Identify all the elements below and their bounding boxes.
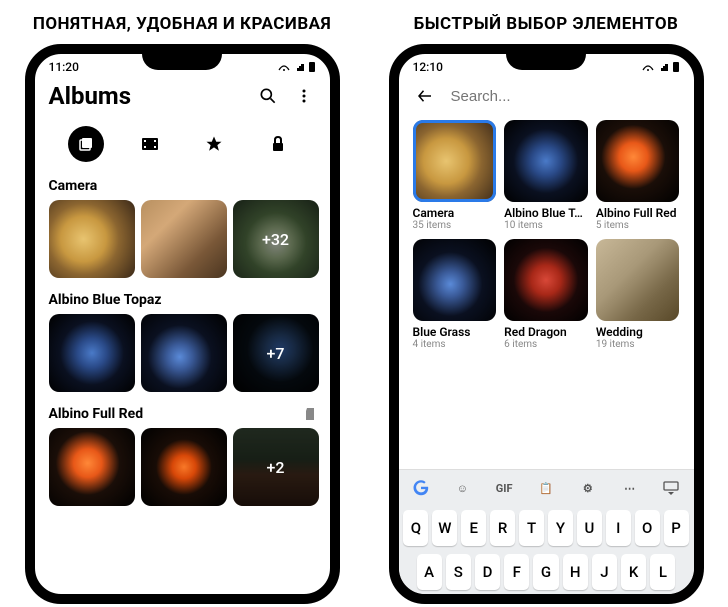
notch xyxy=(142,52,222,70)
keyboard-key[interactable]: G xyxy=(533,554,558,590)
album-card-count: 35 items xyxy=(413,220,497,231)
status-time: 11:20 xyxy=(49,60,79,74)
album-title[interactable]: Camera xyxy=(49,178,98,194)
album-card[interactable]: Albino Blue T…10 items xyxy=(504,120,588,231)
keyboard: ☺ GIF 📋 ⚙ ⋯ QWERTYUIOP ASDFGHJKL xyxy=(399,469,694,594)
hide-keyboard-icon[interactable] xyxy=(659,476,683,500)
keyboard-key[interactable]: D xyxy=(475,554,500,590)
status-time: 12:10 xyxy=(413,60,443,74)
keyboard-key[interactable]: P xyxy=(664,510,689,546)
album-card-title: Blue Grass xyxy=(413,321,497,339)
keyboard-key[interactable]: E xyxy=(461,510,486,546)
album-thumbnail[interactable] xyxy=(596,120,680,202)
album-card-count: 4 items xyxy=(413,339,497,350)
clipboard-icon[interactable]: 📋 xyxy=(534,476,558,500)
keyboard-key[interactable]: J xyxy=(592,554,617,590)
keyboard-key[interactable]: T xyxy=(519,510,544,546)
photo-thumbnail[interactable]: +2 xyxy=(233,428,319,506)
keyboard-key[interactable]: Q xyxy=(403,510,428,546)
google-icon[interactable] xyxy=(409,476,433,500)
album-card[interactable]: Wedding19 items xyxy=(596,239,680,350)
album-section: Albino Full Red +2 xyxy=(35,402,330,516)
album-thumbnail[interactable] xyxy=(504,120,588,202)
photo-thumbnail[interactable]: +32 xyxy=(233,200,319,278)
album-title[interactable]: Albino Full Red xyxy=(49,406,144,422)
album-thumbnail[interactable] xyxy=(504,239,588,321)
keyboard-key[interactable]: L xyxy=(650,554,675,590)
album-card-title: Red Dragon xyxy=(504,321,588,339)
settings-icon[interactable]: ⚙ xyxy=(576,476,600,500)
keyboard-toolbar: ☺ GIF 📋 ⚙ ⋯ xyxy=(399,469,694,506)
status-icons xyxy=(642,61,680,73)
album-card-count: 19 items xyxy=(596,339,680,350)
photo-thumbnail[interactable] xyxy=(141,428,227,506)
page-title: Albums xyxy=(49,82,244,110)
album-card-count: 5 items xyxy=(596,220,680,231)
more-count-overlay[interactable]: +32 xyxy=(233,200,319,278)
photo-thumbnail[interactable] xyxy=(141,314,227,392)
album-card-title: Camera xyxy=(413,202,497,220)
photo-thumbnail[interactable]: +7 xyxy=(233,314,319,392)
tab-favorites[interactable] xyxy=(196,126,232,162)
heading-right: БЫСТРЫЙ ВЫБОР ЭЛЕМЕНТОВ xyxy=(414,0,679,44)
tab-videos[interactable] xyxy=(132,126,168,162)
tab-photos[interactable] xyxy=(68,126,104,162)
more-icon[interactable]: ⋯ xyxy=(618,476,642,500)
album-thumbnail[interactable] xyxy=(413,120,497,202)
keyboard-key[interactable]: K xyxy=(621,554,646,590)
album-card-title: Albino Full Red xyxy=(596,202,680,220)
album-card-title: Wedding xyxy=(596,321,680,339)
phone-frame-left: 11:20 Albums xyxy=(25,44,340,604)
keyboard-key[interactable]: O xyxy=(635,510,660,546)
album-card-count: 6 items xyxy=(504,339,588,350)
notch xyxy=(506,52,586,70)
keyboard-key[interactable]: A xyxy=(417,554,442,590)
album-card-title: Albino Blue T… xyxy=(504,202,588,220)
album-thumbnail[interactable] xyxy=(596,239,680,321)
heading-left: ПОНЯТНАЯ, УДОБНАЯ И КРАСИВАЯ xyxy=(33,0,331,44)
album-section: Camera +32 xyxy=(35,174,330,288)
phone-frame-right: 12:10 Camera35 itemsAlbino Blue T…10 ite… xyxy=(389,44,704,604)
more-count-overlay[interactable]: +7 xyxy=(233,314,319,392)
back-icon[interactable] xyxy=(413,84,437,108)
keyboard-key[interactable]: S xyxy=(446,554,471,590)
search-header xyxy=(399,76,694,116)
category-tabs xyxy=(35,118,330,174)
album-section: Albino Blue Topaz +7 xyxy=(35,288,330,402)
search-input[interactable] xyxy=(451,88,680,105)
more-count-overlay[interactable]: +2 xyxy=(233,428,319,506)
photo-thumbnail[interactable] xyxy=(49,314,135,392)
album-card-count: 10 items xyxy=(504,220,588,231)
keyboard-key[interactable]: W xyxy=(432,510,457,546)
status-icons xyxy=(278,61,316,73)
search-icon[interactable] xyxy=(256,84,280,108)
tab-secure[interactable] xyxy=(260,126,296,162)
keyboard-key[interactable]: U xyxy=(577,510,602,546)
emoji-icon[interactable]: ☺ xyxy=(450,476,474,500)
album-title[interactable]: Albino Blue Topaz xyxy=(49,292,162,308)
keyboard-key[interactable]: Y xyxy=(548,510,573,546)
sd-card-icon xyxy=(304,407,316,421)
gif-icon[interactable]: GIF xyxy=(492,476,516,500)
photo-thumbnail[interactable] xyxy=(49,428,135,506)
photo-thumbnail[interactable] xyxy=(141,200,227,278)
photo-thumbnail[interactable] xyxy=(49,200,135,278)
album-card[interactable]: Blue Grass4 items xyxy=(413,239,497,350)
app-header: Albums xyxy=(35,76,330,118)
keyboard-key[interactable]: H xyxy=(563,554,588,590)
keyboard-key[interactable]: R xyxy=(490,510,515,546)
keyboard-key[interactable]: I xyxy=(606,510,631,546)
more-icon[interactable] xyxy=(292,84,316,108)
album-thumbnail[interactable] xyxy=(413,239,497,321)
album-card[interactable]: Camera35 items xyxy=(413,120,497,231)
album-card[interactable]: Red Dragon6 items xyxy=(504,239,588,350)
album-card[interactable]: Albino Full Red5 items xyxy=(596,120,680,231)
keyboard-key[interactable]: F xyxy=(504,554,529,590)
